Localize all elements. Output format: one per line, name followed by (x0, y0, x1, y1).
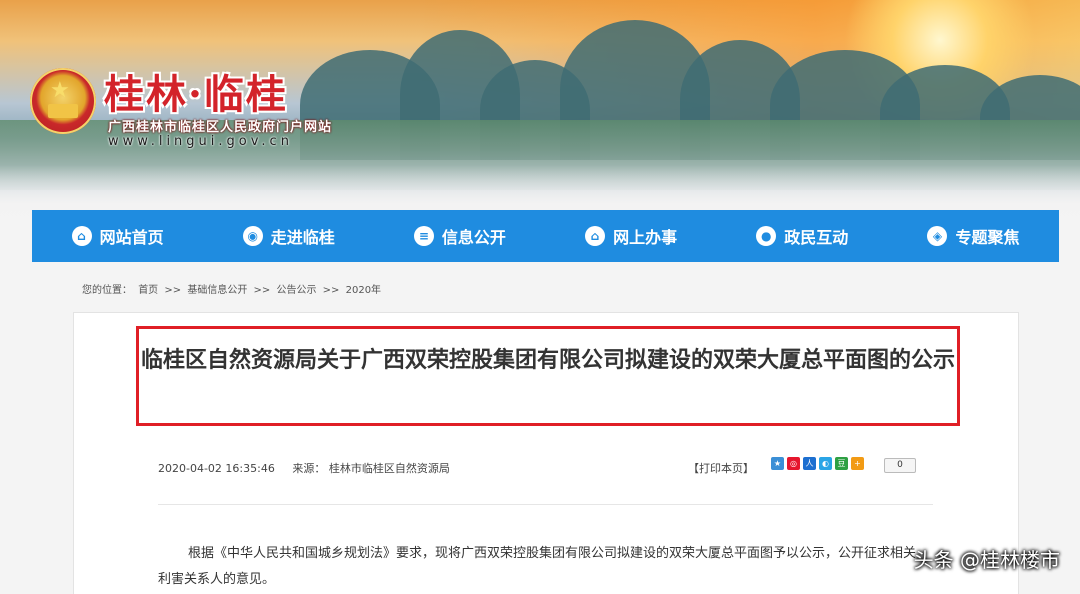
share-douban-icon[interactable]: 豆 (835, 457, 848, 470)
nav-item-intro[interactable]: ◉ 走进临桂 (203, 210, 374, 262)
main-nav: ⌂ 网站首页 ◉ 走进临桂 ≡ 信息公开 ⌂ 网上办事 ● 政民互动 ◈ 专题聚… (32, 210, 1059, 262)
nav-item-service[interactable]: ⌂ 网上办事 (546, 210, 717, 262)
service-icon: ⌂ (585, 226, 606, 246)
share-qq-icon[interactable]: ◐ (819, 457, 832, 470)
star-icon: ★ (50, 78, 70, 103)
share-weibo-icon[interactable]: ◎ (787, 457, 800, 470)
nav-item-label: 政民互动 (784, 228, 849, 247)
site-title: 桂林·临桂 (104, 71, 288, 118)
breadcrumb-separator: >> (253, 285, 271, 296)
nav-item-interaction[interactable]: ● 政民互动 (717, 210, 888, 262)
nav-item-label: 走进临桂 (270, 228, 335, 247)
watermark: 头条 @桂林楼市 (913, 548, 1060, 572)
article-body-paragraph: 根据《中华人民共和国城乡规划法》要求，现将广西双荣控股集团有限公司拟建设的双荣大… (158, 546, 917, 587)
nav-item-info[interactable]: ≡ 信息公开 (374, 210, 545, 262)
nav-item-topic[interactable]: ◈ 专题聚焦 (888, 210, 1059, 262)
article-source-label: 来源： (292, 462, 326, 475)
interaction-icon: ● (756, 226, 777, 246)
breadcrumb-item[interactable]: 公告公示 (276, 285, 316, 296)
home-icon: ⌂ (71, 226, 92, 246)
info-icon: ≡ (413, 226, 434, 246)
breadcrumb-separator: >> (322, 285, 340, 296)
breadcrumb-item[interactable]: 基础信息公开 (187, 285, 247, 296)
share-count: 0 (884, 458, 916, 473)
nav-item-label: 专题聚焦 (955, 228, 1020, 247)
article-meta: 2020-04-02 16:35:46 来源： 桂林市临桂区自然资源局 (158, 460, 450, 476)
article-source: 桂林市临桂区自然资源局 (328, 462, 450, 475)
site-subtitle: 广西桂林市临桂区人民政府门户网站 (108, 120, 333, 135)
breadcrumb-item[interactable]: 2020年 (346, 285, 381, 296)
breadcrumb-prefix: 您的位置： (82, 285, 132, 296)
nav-item-label: 网上办事 (613, 228, 678, 247)
nav-item-home[interactable]: ⌂ 网站首页 (32, 210, 203, 262)
share-renren-icon[interactable]: 人 (803, 457, 816, 470)
article-title: 临桂区自然资源局关于广西双荣控股集团有限公司拟建设的双荣大厦总平面图的公示 (140, 348, 955, 373)
share-more-icon[interactable]: + (851, 457, 864, 470)
national-emblem-icon: ★ (30, 68, 96, 134)
site-url: www.lingui.gov.cn (108, 134, 293, 149)
share-qzone-icon[interactable]: ★ (771, 457, 784, 470)
breadcrumb-separator: >> (164, 285, 182, 296)
divider (158, 504, 933, 505)
topic-icon: ◈ (927, 226, 948, 246)
nav-item-label: 信息公开 (441, 228, 506, 247)
breadcrumb-item[interactable]: 首页 (138, 285, 158, 296)
gate-icon (48, 104, 78, 118)
nav-item-label: 网站首页 (99, 228, 164, 247)
share-bar: ★ ◎ 人 ◐ 豆 + (771, 457, 864, 470)
header-banner: ★ 桂林·临桂 广西桂林市临桂区人民政府门户网站 www.lingui.gov.… (0, 0, 1080, 230)
breadcrumb: 您的位置： 首页 >> 基础信息公开 >> 公告公示 >> 2020年 (82, 281, 384, 296)
intro-icon: ◉ (242, 226, 263, 246)
article-date: 2020-04-02 16:35:46 (158, 462, 275, 475)
article-title-box: 临桂区自然资源局关于广西双荣控股集团有限公司拟建设的双荣大厦总平面图的公示 (136, 326, 960, 426)
print-page-link[interactable]: 【打印本页】 (688, 460, 754, 476)
